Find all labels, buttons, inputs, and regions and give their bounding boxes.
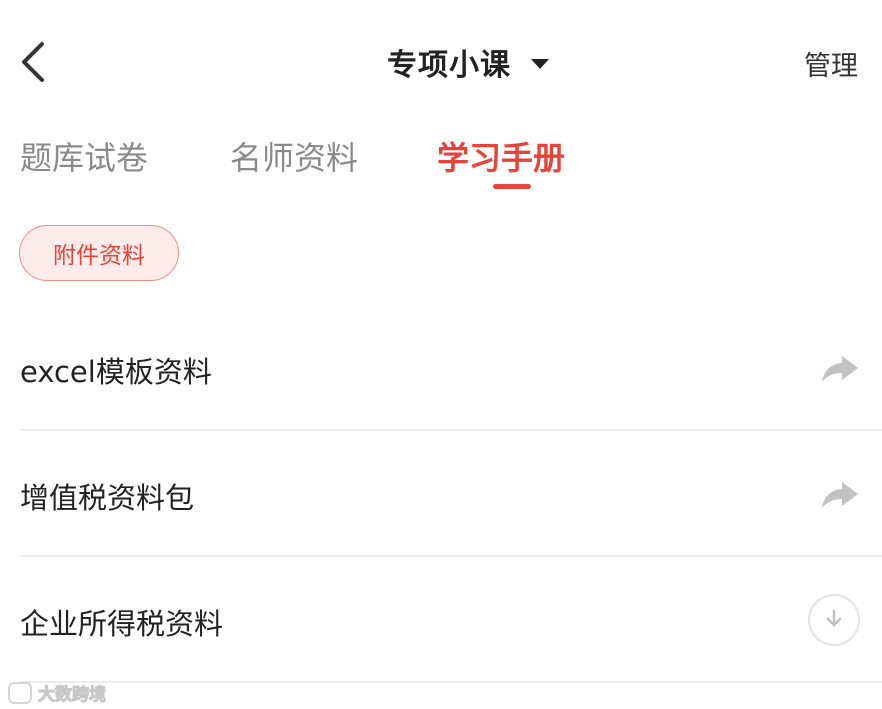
- page: 专项小课 管理 题库试卷 名师资料 学习手册 附件资料 excel模板资料 增值…: [0, 0, 882, 709]
- header: 专项小课 管理: [0, 0, 882, 120]
- title-dropdown[interactable]: 专项小课: [387, 40, 549, 84]
- caret-down-icon: [531, 59, 549, 69]
- watermark-text: 大数跨境: [38, 685, 107, 706]
- share-arrow-icon[interactable]: [820, 349, 860, 389]
- list-item[interactable]: 企业所得税资料: [0, 557, 882, 683]
- tab-teacher-materials[interactable]: 名师资料: [230, 133, 358, 179]
- watermark: 大数跨境: [8, 680, 107, 706]
- tab-question-bank[interactable]: 题库试卷: [20, 133, 148, 179]
- list-item[interactable]: 增值税资料包: [0, 431, 882, 557]
- manage-button[interactable]: 管理: [804, 44, 858, 83]
- title-container: 专项小课: [0, 40, 882, 84]
- share-arrow-icon[interactable]: [820, 475, 860, 515]
- attachment-filter-chip[interactable]: 附件资料: [19, 225, 179, 281]
- tab-study-handbook[interactable]: 学习手册: [437, 133, 565, 179]
- list-item[interactable]: excel模板资料: [0, 305, 882, 431]
- divider: [20, 681, 882, 683]
- download-icon[interactable]: [808, 594, 860, 646]
- list-item-label: excel模板资料: [20, 355, 212, 389]
- list-item-label: 增值税资料包: [20, 481, 195, 515]
- page-title: 专项小课: [387, 48, 511, 83]
- active-tab-indicator: [493, 184, 531, 189]
- list-item-label: 企业所得税资料: [20, 607, 224, 641]
- watermark-logo-icon: [8, 681, 32, 704]
